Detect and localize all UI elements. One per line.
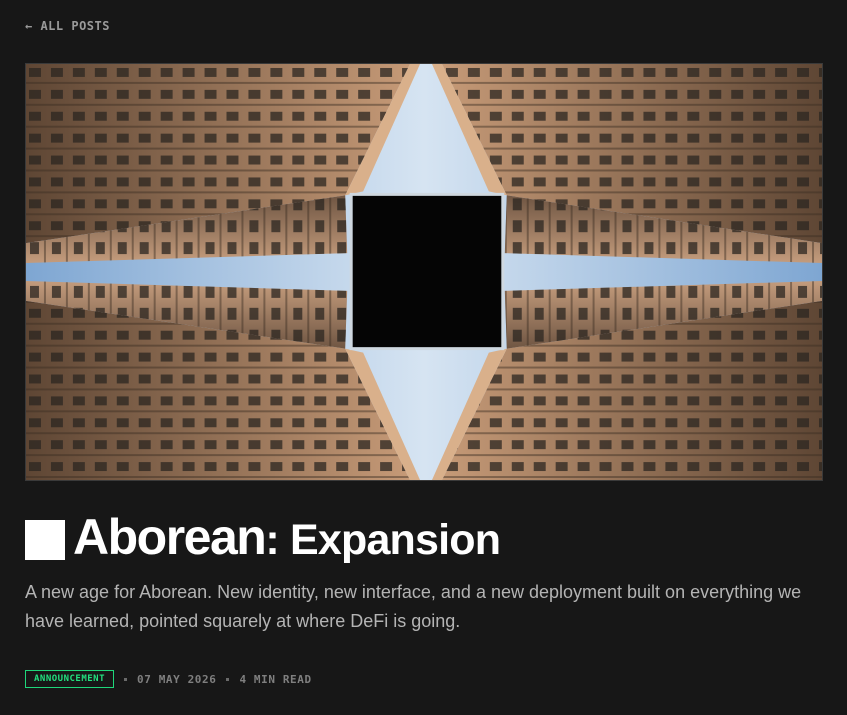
hero-image	[25, 63, 823, 481]
post-subtitle: A new age for Aborean. New identity, new…	[25, 582, 802, 631]
hero-buildings-illustration	[26, 64, 822, 480]
meta-separator	[124, 677, 128, 681]
post-title: Aborean : Expansion	[25, 507, 501, 570]
post-title-rest: : Expansion	[265, 516, 501, 564]
post-date: 07 MAY 2026	[137, 672, 217, 686]
back-to-all-posts-link[interactable]: ← ALL POSTS	[25, 19, 110, 33]
post-title-brand: Aborean	[73, 509, 267, 565]
square-logo-mark	[25, 519, 65, 560]
post-meta: ANNOUNCEMENT 07 MAY 2026 4 MIN READ	[25, 670, 312, 688]
meta-separator	[226, 677, 230, 681]
read-time: 4 MIN READ	[239, 672, 312, 686]
category-badge[interactable]: ANNOUNCEMENT	[25, 670, 115, 688]
